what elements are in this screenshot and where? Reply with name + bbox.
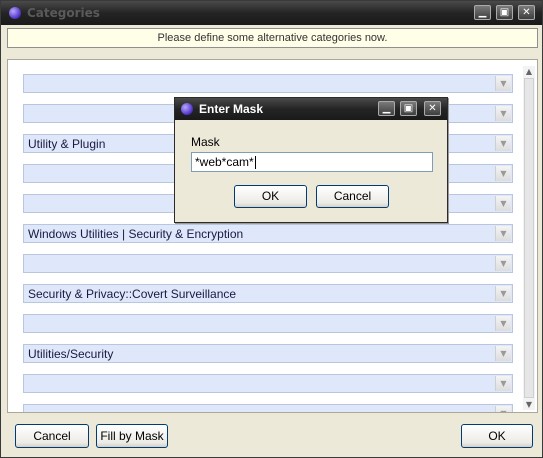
chevron-down-icon[interactable]: ▼ bbox=[495, 226, 511, 241]
vertical-scrollbar[interactable]: ▲ ▼ bbox=[523, 66, 535, 410]
category-dropdown[interactable]: Security & Privacy::Covert Surveillance ▼ bbox=[23, 284, 513, 303]
maximize-icon[interactable]: ▣ bbox=[400, 101, 417, 116]
category-value: Security & Privacy::Covert Surveillance bbox=[28, 287, 237, 301]
app-icon bbox=[9, 7, 21, 19]
chevron-down-icon[interactable]: ▼ bbox=[495, 136, 511, 151]
minimize-icon[interactable]: ▁ bbox=[378, 101, 395, 116]
ok-button[interactable]: OK bbox=[461, 424, 533, 448]
enter-mask-dialog: Enter Mask ▁ ▣ ✕ Mask *web*cam* OK Cance… bbox=[174, 97, 448, 223]
chevron-down-icon[interactable]: ▼ bbox=[495, 166, 511, 181]
mask-input-value: *web*cam* bbox=[195, 155, 254, 169]
scroll-up-icon[interactable]: ▲ bbox=[523, 66, 535, 77]
chevron-down-icon[interactable]: ▼ bbox=[495, 376, 511, 391]
category-dropdown[interactable]: Windows Utilities | Security & Encryptio… bbox=[23, 224, 513, 243]
scrollbar-thumb[interactable] bbox=[524, 78, 534, 398]
category-dropdown[interactable]: ▼ bbox=[23, 74, 513, 93]
fill-by-mask-button[interactable]: Fill by Mask bbox=[96, 424, 168, 448]
category-dropdown[interactable]: ▼ bbox=[23, 404, 513, 412]
chevron-down-icon[interactable]: ▼ bbox=[495, 316, 511, 331]
dialog-title-bar[interactable]: Enter Mask ▁ ▣ ✕ bbox=[175, 98, 447, 120]
dialog-title: Enter Mask bbox=[199, 102, 264, 116]
close-icon[interactable]: ✕ bbox=[518, 5, 535, 20]
scroll-down-icon[interactable]: ▼ bbox=[523, 399, 535, 410]
window-title: Categories bbox=[27, 6, 100, 20]
cancel-button[interactable]: Cancel bbox=[15, 424, 89, 448]
category-dropdown[interactable]: ▼ bbox=[23, 374, 513, 393]
category-value: Utility & Plugin bbox=[28, 137, 106, 151]
chevron-down-icon[interactable]: ▼ bbox=[495, 286, 511, 301]
category-dropdown[interactable]: ▼ bbox=[23, 254, 513, 273]
title-bar[interactable]: Categories ▁ ▣ ✕ bbox=[1, 1, 542, 25]
chevron-down-icon[interactable]: ▼ bbox=[495, 256, 511, 271]
category-value: Windows Utilities | Security & Encryptio… bbox=[28, 227, 244, 241]
chevron-down-icon[interactable]: ▼ bbox=[495, 196, 511, 211]
mask-input[interactable]: *web*cam* bbox=[191, 152, 433, 172]
chevron-down-icon[interactable]: ▼ bbox=[495, 106, 511, 121]
chevron-down-icon[interactable]: ▼ bbox=[495, 346, 511, 361]
category-dropdown[interactable]: ▼ bbox=[23, 314, 513, 333]
app-icon bbox=[181, 103, 193, 115]
maximize-icon[interactable]: ▣ bbox=[496, 5, 513, 20]
text-caret bbox=[254, 156, 256, 170]
dialog-cancel-button[interactable]: Cancel bbox=[316, 185, 389, 208]
categories-window: Categories ▁ ▣ ✕ Please define some alte… bbox=[0, 0, 543, 458]
close-icon[interactable]: ✕ bbox=[424, 101, 441, 116]
info-banner: Please define some alternative categorie… bbox=[7, 28, 538, 48]
category-dropdown[interactable]: Utilities/Security ▼ bbox=[23, 344, 513, 363]
dialog-ok-button[interactable]: OK bbox=[234, 185, 307, 208]
chevron-down-icon[interactable]: ▼ bbox=[495, 406, 511, 412]
chevron-down-icon[interactable]: ▼ bbox=[495, 76, 511, 91]
minimize-icon[interactable]: ▁ bbox=[474, 5, 491, 20]
mask-label: Mask bbox=[191, 135, 220, 149]
category-value: Utilities/Security bbox=[28, 347, 114, 361]
